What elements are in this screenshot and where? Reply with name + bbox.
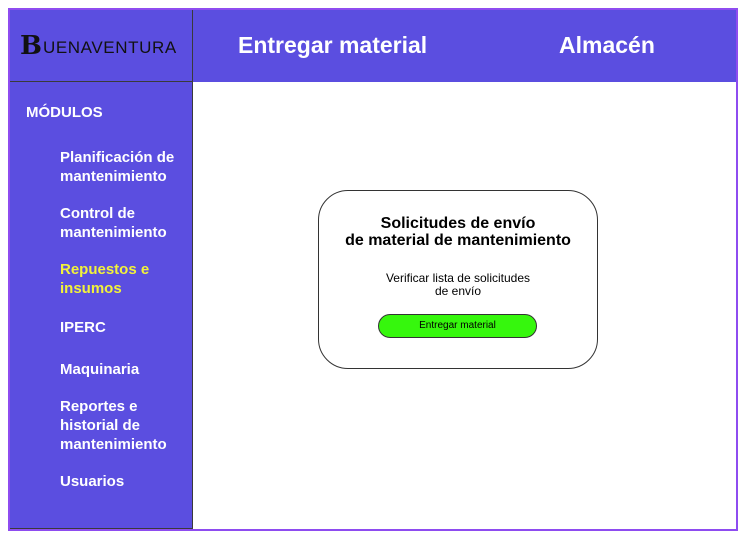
sidebar-item-reportes[interactable]: Reportes e historial de mantenimiento xyxy=(60,397,190,454)
logo-text: UENAVENTURA xyxy=(42,37,177,57)
sidebar-item-usuarios[interactable]: Usuarios xyxy=(60,472,190,491)
brand-logo[interactable]: B UENAVENTURA xyxy=(10,10,193,82)
sidebar-heading: MÓDULOS xyxy=(26,104,103,121)
sidebar-item-planificacion[interactable]: Planificación de mantenimiento xyxy=(60,148,190,186)
logo-initial: B xyxy=(20,30,42,61)
sidebar-item-iperc[interactable]: IPERC xyxy=(60,318,190,337)
top-header: Entregar material Almacén xyxy=(193,10,736,82)
card-title: Solicitudes de envío de material de mant… xyxy=(345,215,571,249)
app-frame: B UENAVENTURA Entregar material Almacén … xyxy=(8,8,738,531)
sidebar-item-repuestos[interactable]: Repuestos e insumos xyxy=(60,260,190,298)
sidebar-item-control[interactable]: Control de mantenimiento xyxy=(60,204,190,242)
sidebar: MÓDULOS Planificación de mantenimiento C… xyxy=(10,82,193,529)
card-description: Verificar lista de solicitudes de envío xyxy=(385,271,531,298)
shipment-requests-card: Solicitudes de envío de material de mant… xyxy=(318,190,598,369)
page-title: Entregar material xyxy=(238,32,428,58)
sidebar-item-maquinaria[interactable]: Maquinaria xyxy=(60,360,190,379)
section-title: Almacén xyxy=(559,32,655,58)
deliver-material-button[interactable]: Entregar material xyxy=(378,314,537,338)
